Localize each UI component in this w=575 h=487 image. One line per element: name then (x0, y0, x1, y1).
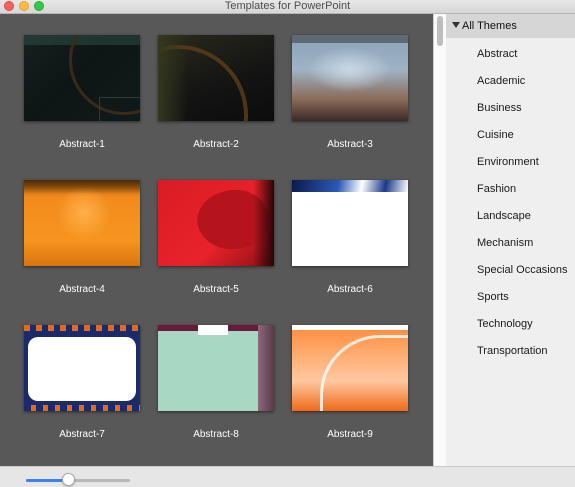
sidebar-item-environment[interactable]: Environment (477, 156, 539, 168)
sidebar-item-academic[interactable]: Academic (477, 75, 525, 87)
template-thumbnail[interactable] (292, 325, 408, 411)
template-thumbnail[interactable] (292, 180, 408, 266)
sidebar-item-cuisine[interactable]: Cuisine (477, 129, 514, 141)
title-bar: Templates for PowerPoint (0, 0, 575, 14)
sidebar-item-technology[interactable]: Technology (477, 318, 533, 330)
scrollbar-thumb[interactable] (437, 16, 443, 46)
template-label: Abstract-1 (59, 139, 105, 150)
template-label: Abstract-6 (327, 284, 373, 295)
bottom-toolbar (0, 466, 575, 487)
template-thumbnail[interactable] (24, 35, 140, 121)
template-label: Abstract-4 (59, 284, 105, 295)
template-thumbnail[interactable] (24, 180, 140, 266)
sidebar-item-all-themes[interactable]: All Themes (446, 14, 575, 38)
gallery-scrollbar[interactable] (433, 14, 446, 466)
sidebar-item-mechanism[interactable]: Mechanism (477, 237, 533, 249)
sidebar-item-landscape[interactable]: Landscape (477, 210, 531, 222)
template-label: Abstract-5 (193, 284, 239, 295)
theme-sidebar: All Themes Abstract Academic Business Cu… (446, 14, 575, 466)
template-label: Abstract-7 (59, 429, 105, 440)
template-thumbnail[interactable] (158, 35, 274, 121)
template-gallery: Abstract-1 Abstract-2 Abstract-3 Abstrac… (0, 14, 433, 466)
zoom-slider[interactable] (26, 479, 130, 482)
sidebar-item-special-occasions[interactable]: Special Occasions (477, 264, 568, 276)
template-thumbnail[interactable] (292, 35, 408, 121)
template-label: Abstract-8 (193, 429, 239, 440)
template-label: Abstract-3 (327, 139, 373, 150)
template-thumbnail[interactable] (158, 180, 274, 266)
zoom-slider-knob[interactable] (62, 473, 75, 486)
sidebar-item-business[interactable]: Business (477, 102, 522, 114)
template-thumbnail[interactable] (158, 325, 274, 411)
template-label: Abstract-9 (327, 429, 373, 440)
template-thumbnail[interactable] (24, 325, 140, 411)
sidebar-header-label: All Themes (462, 20, 517, 32)
sidebar-item-sports[interactable]: Sports (477, 291, 509, 303)
template-label: Abstract-2 (193, 139, 239, 150)
disclosure-triangle-icon[interactable] (452, 22, 460, 28)
sidebar-item-transportation[interactable]: Transportation (477, 345, 548, 357)
sidebar-item-fashion[interactable]: Fashion (477, 183, 516, 195)
sidebar-item-abstract[interactable]: Abstract (477, 48, 517, 60)
window-title: Templates for PowerPoint (224, 0, 351, 12)
